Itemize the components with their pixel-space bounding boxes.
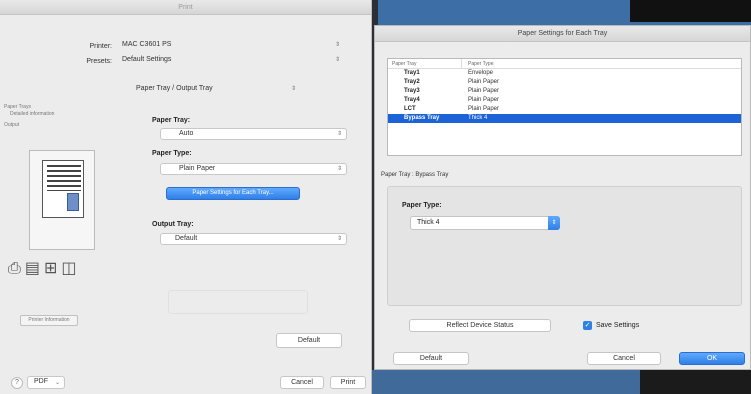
presets-label: Presets: xyxy=(86,58,112,65)
print-button[interactable]: Print xyxy=(330,376,366,389)
printer-icon[interactable]: ⎙ xyxy=(8,260,25,277)
tray-paper-type: Envelope xyxy=(468,70,494,76)
sheet-title: Paper Settings for Each Tray xyxy=(375,26,750,42)
chevron-updown-icon: ⇕ xyxy=(336,131,342,137)
paper-type-value: Plain Paper xyxy=(179,165,216,172)
paper-type-select[interactable]: Plain Paper ⇕ xyxy=(160,163,347,175)
printer-information-button[interactable]: Printer Information xyxy=(20,315,78,326)
print-dialog-title: Print xyxy=(0,0,371,15)
tray-paper-type: Thick 4 xyxy=(468,115,488,121)
print-dialog: Print Printer: MAC C3601 PS ⇕ Presets: D… xyxy=(0,0,372,394)
chevron-updown-icon: ⇕ xyxy=(334,42,340,48)
background-dark-area xyxy=(630,0,751,22)
paper-type-label: Paper Type: xyxy=(152,150,192,157)
panel-value: Paper Tray / Output Tray xyxy=(136,85,213,92)
save-settings-checkbox[interactable]: ✓ xyxy=(583,321,592,330)
printer-queue-icon[interactable]: ⊞ xyxy=(44,260,61,277)
sidebar-legend-output: Output xyxy=(4,122,20,128)
background-bottom-dark-area xyxy=(640,370,751,394)
tray-paper-type: Plain Paper xyxy=(468,106,500,112)
tray-table: Paper Tray Paper Type Tray1 Envelope Tray2… xyxy=(387,58,742,156)
tray-name: Tray3 xyxy=(404,88,420,94)
tray-name: Bypass Tray xyxy=(404,115,440,121)
chevron-updown-icon: ⇕ xyxy=(336,166,342,172)
tray-row[interactable]: Tray4 Plain Paper xyxy=(388,96,741,105)
paper-tray-value: Auto xyxy=(179,130,194,137)
presets-select[interactable]: Default Settings ⇕ xyxy=(116,55,344,67)
tray-name: Tray2 xyxy=(404,79,420,85)
scanner-icon[interactable]: ◫ xyxy=(61,260,80,277)
pdf-label: PDF xyxy=(34,378,48,385)
tray-row[interactable]: Tray2 Plain Paper xyxy=(388,78,741,87)
tray-table-header: Paper Tray Paper Type xyxy=(388,59,741,69)
paper-tray-label: Paper Tray: xyxy=(152,117,191,124)
tray-row[interactable]: Tray3 Plain Paper xyxy=(388,87,741,96)
help-button[interactable]: ? xyxy=(11,377,23,389)
column-header-paper-type[interactable]: Paper Type xyxy=(462,59,493,68)
cancel-button[interactable]: Cancel xyxy=(280,376,324,389)
sheet-default-button[interactable]: Default xyxy=(393,352,469,365)
sheet-paper-type-label: Paper Type: xyxy=(402,202,442,209)
sheet-cancel-button[interactable]: Cancel xyxy=(587,352,661,365)
chevron-down-icon: ⌄ xyxy=(54,380,60,386)
page-preview xyxy=(42,160,84,218)
tray-name: Tray1 xyxy=(404,70,420,76)
section-label: Paper Tray : Bypass Tray xyxy=(381,172,449,178)
preview-text-lines xyxy=(47,165,81,191)
ok-button[interactable]: OK xyxy=(679,352,745,365)
tray-paper-type: Plain Paper xyxy=(468,97,500,103)
tray-name: LCT xyxy=(404,106,416,112)
printer-label: Printer: xyxy=(89,43,112,50)
sidebar-legend-detail: Detailed information xyxy=(10,111,55,117)
tray-row[interactable]: LCT Plain Paper xyxy=(388,105,741,114)
tray-rows: Tray1 Envelope Tray2 Plain Paper Tray3 Plain … xyxy=(388,69,741,123)
printer-icons: ⎙▤⊞◫ xyxy=(8,258,80,278)
paper-type-group: Paper Type: Thick 4 ⇕ xyxy=(387,186,742,306)
reflect-device-status-button[interactable]: Reflect Device Status xyxy=(409,319,551,332)
sheet-paper-type-select[interactable]: Thick 4 ⇕ xyxy=(410,216,560,230)
tray-paper-type: Plain Paper xyxy=(468,79,500,85)
chevron-updown-icon: ⇕ xyxy=(548,216,560,230)
preview-image-block xyxy=(67,193,79,211)
pdf-menu[interactable]: PDF ⌄ xyxy=(27,376,65,389)
printer-value: MAC C3601 PS xyxy=(122,41,172,48)
output-tray-label: Output Tray: xyxy=(152,221,194,228)
chevron-updown-icon: ⇕ xyxy=(336,236,342,242)
tray-row[interactable]: Bypass Tray Thick 4 xyxy=(388,114,741,123)
document-icon[interactable]: ▤ xyxy=(25,260,44,277)
paper-settings-sheet: Paper Settings for Each Tray Paper Tray … xyxy=(374,25,751,370)
sheet-paper-type-value: Thick 4 xyxy=(417,219,440,226)
save-settings-label: Save Settings xyxy=(596,322,640,329)
paper-settings-each-tray-button[interactable]: Paper Settings for Each Tray... xyxy=(166,187,300,200)
tray-name: Tray4 xyxy=(404,97,420,103)
panel-select[interactable]: Paper Tray / Output Tray ⇕ xyxy=(130,84,300,96)
presets-value: Default Settings xyxy=(122,56,172,63)
sidebar-legend-paper-trays: Paper Trays xyxy=(4,104,31,110)
default-button[interactable]: Default xyxy=(276,333,342,348)
output-tray-value: Default xyxy=(175,235,198,242)
paper-tray-select[interactable]: Auto ⇕ xyxy=(160,128,347,140)
chevron-updown-icon: ⇕ xyxy=(290,86,296,92)
tray-row[interactable]: Tray1 Envelope xyxy=(388,69,741,78)
output-tray-select[interactable]: Default ⇕ xyxy=(160,233,347,245)
tray-paper-type: Plain Paper xyxy=(468,88,500,94)
column-header-paper-tray[interactable]: Paper Tray xyxy=(388,59,462,68)
printer-select[interactable]: MAC C3601 PS ⇕ xyxy=(116,40,344,52)
disabled-option-area xyxy=(168,290,308,314)
chevron-updown-icon: ⇕ xyxy=(334,57,340,63)
